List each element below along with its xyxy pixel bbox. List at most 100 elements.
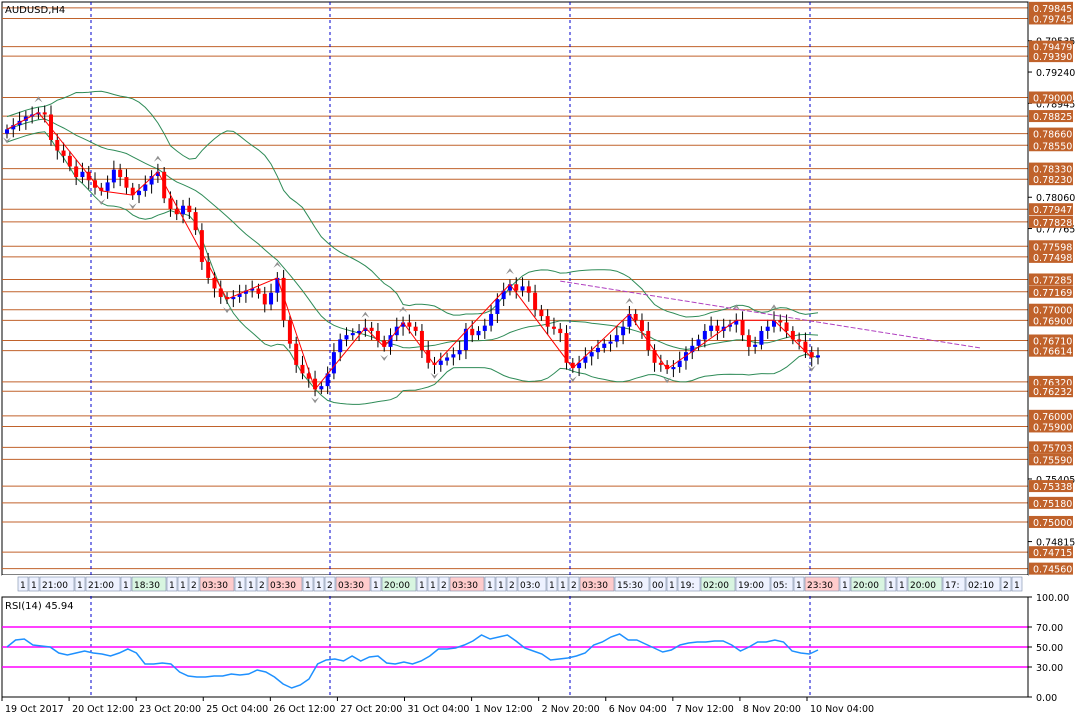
bull-candle: [702, 330, 707, 340]
bull-candle: [589, 352, 594, 357]
bear-candle: [42, 112, 47, 115]
bull-candle: [269, 292, 274, 305]
session-label: 2: [571, 581, 577, 591]
bear-candle: [256, 288, 261, 294]
rsi-tick-label: 50.00: [1036, 643, 1063, 654]
bear-candle: [658, 362, 663, 365]
session-label: 1: [842, 581, 848, 591]
level-price-label: 0.79745: [1033, 14, 1072, 25]
session-label: 1: [248, 581, 254, 591]
time-label: 20 Oct 12:00: [72, 704, 134, 715]
bull-candle: [438, 360, 443, 365]
bull-candle: [319, 386, 324, 390]
bear-candle: [558, 328, 563, 334]
bear-candle: [778, 320, 783, 323]
rsi-tick-label: 30.00: [1036, 663, 1063, 674]
session-label: 1: [305, 581, 311, 591]
level-price-label: 0.79390: [1033, 52, 1072, 63]
level-price-label: 0.77947: [1033, 205, 1072, 216]
time-axis: 19 Oct 2017 20 Oct 12:00 23 Oct 20:00 25 Oc…: [1, 697, 874, 715]
session-label: 1: [549, 581, 555, 591]
chart-canvas[interactable]: 1 1 21:00 1 21:00 1 18:30 1 1 2 03:30 1 1 2 03:30 1 1 2 03…: [0, 0, 1080, 720]
session-label: 1: [419, 581, 425, 591]
level-price-label: 0.77169: [1033, 288, 1072, 299]
session-label: 1: [373, 581, 379, 591]
bear-candle: [199, 230, 204, 262]
session-label: 1: [498, 581, 504, 591]
bear-candle: [526, 286, 531, 293]
bear-candle: [61, 150, 66, 156]
bear-candle: [784, 322, 789, 331]
bull-candle: [111, 169, 116, 183]
time-label: 8 Nov 20:00: [743, 704, 801, 715]
bull-candle: [5, 129, 9, 134]
level-price-label: 0.75703: [1033, 443, 1072, 454]
bear-candle: [67, 155, 72, 167]
time-label: 6 Nov 04:00: [609, 704, 667, 715]
bull-candle: [181, 205, 186, 215]
bull-candle: [275, 277, 280, 293]
session-label: 1: [560, 581, 566, 591]
session-label: 1: [169, 581, 175, 591]
chart-window[interactable]: 1 1 21:00 1 21:00 1 18:30 1 1 2 03:30 1 1 2 03:30 1 1 2 03…: [0, 0, 1080, 720]
session-label: 20:00: [384, 581, 410, 591]
bull-candle: [614, 335, 619, 342]
level-price-label: 0.76614: [1033, 347, 1072, 358]
bear-candle: [74, 166, 79, 178]
session-label: 20:00: [910, 581, 936, 591]
session-label: 2: [509, 581, 515, 591]
time-label: 19 Oct 2017: [5, 704, 64, 715]
session-label: 1: [77, 581, 83, 591]
bull-candle: [344, 335, 349, 340]
level-price-label: 0.75590: [1033, 455, 1072, 466]
time-label: 25 Oct 04:00: [206, 704, 268, 715]
price-tick-label: 0.78060: [1036, 193, 1075, 204]
bear-candle: [369, 327, 374, 331]
bear-candle: [545, 316, 550, 327]
session-label: 03:30: [582, 581, 608, 591]
bear-candle: [715, 325, 720, 331]
session-label: 23:30: [807, 581, 833, 591]
bull-candle: [759, 330, 764, 345]
bear-candle: [470, 328, 475, 336]
bull-candle: [80, 171, 85, 178]
bear-candle: [287, 320, 292, 344]
bull-candle: [709, 325, 714, 331]
bear-candle: [533, 292, 538, 310]
session-label: 1: [899, 581, 905, 591]
session-label: 1: [1014, 581, 1020, 591]
bull-candle: [816, 355, 820, 358]
bear-candle: [262, 293, 267, 305]
time-label: 27 Oct 20:00: [340, 704, 402, 715]
bear-candle: [168, 198, 173, 209]
bull-candle: [476, 330, 481, 336]
bull-candle: [445, 357, 450, 361]
time-label: 31 Oct 04:00: [408, 704, 470, 715]
bull-candle: [696, 339, 701, 346]
bull-candle: [350, 333, 355, 336]
level-price-label: 0.78660: [1033, 130, 1072, 141]
session-label: 03:0: [520, 581, 540, 591]
session-label: 19:00: [738, 581, 764, 591]
session-label: 2: [441, 581, 447, 591]
bear-candle: [407, 322, 412, 327]
bear-candle: [193, 212, 198, 231]
session-label: 02:10: [968, 581, 994, 591]
bull-candle: [608, 341, 613, 344]
bull-candle: [765, 326, 770, 331]
session-label: 1: [20, 581, 26, 591]
session-label: 15:30: [617, 581, 643, 591]
bear-candle: [797, 339, 802, 342]
time-label: 1 Nov 12:00: [475, 704, 533, 715]
level-price-label: 0.75000: [1033, 518, 1072, 529]
time-label: 23 Oct 20:00: [139, 704, 201, 715]
session-label: 00: [652, 581, 664, 591]
session-label: 17:: [945, 581, 959, 591]
bull-candle: [457, 350, 462, 355]
rsi-tick-label: 70.00: [1036, 623, 1063, 634]
bull-candle: [331, 352, 336, 374]
session-label: 21:00: [88, 581, 114, 591]
session-label: 03:30: [202, 581, 228, 591]
bear-candle: [633, 313, 638, 321]
time-label: 26 Oct 12:00: [273, 704, 335, 715]
